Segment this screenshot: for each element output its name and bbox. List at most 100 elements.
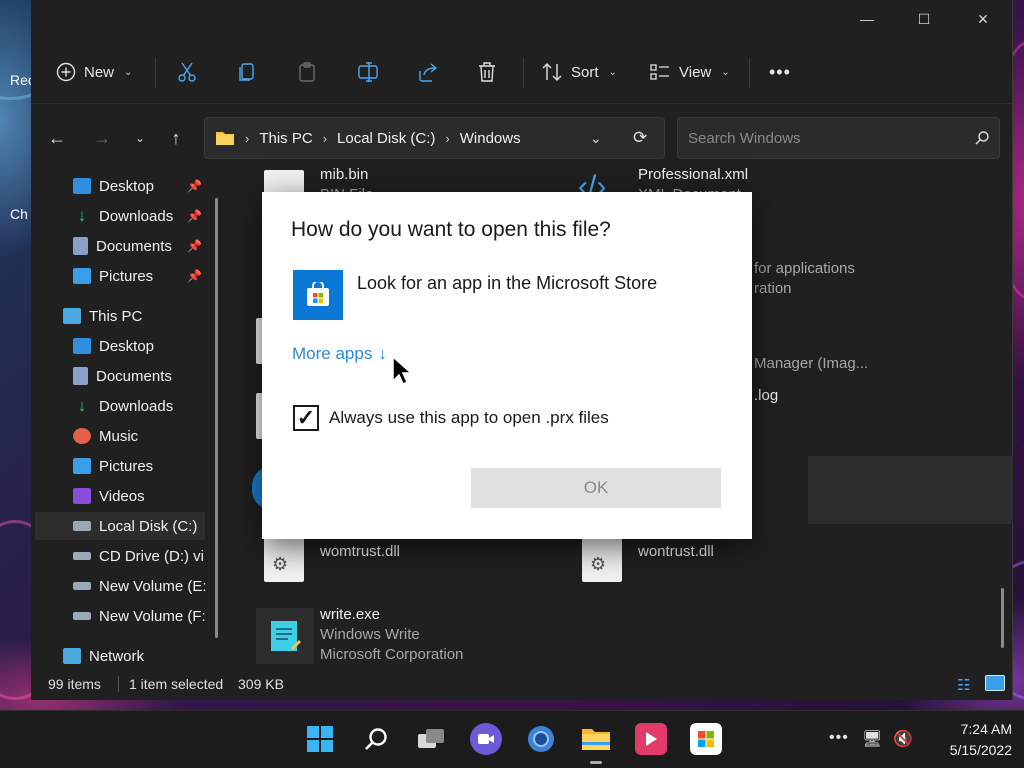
sidebar-item-network[interactable]: Network [63, 642, 144, 666]
close-button[interactable]: ✕ [970, 8, 996, 30]
file-icon[interactable] [264, 170, 304, 194]
more-apps-link[interactable]: More apps ↓ [292, 344, 387, 364]
sidebar-item-downloads[interactable]: ↓ Downloads [73, 202, 173, 230]
pin-icon[interactable]: 📌 [187, 209, 202, 223]
new-button[interactable]: New ⌄ [56, 57, 132, 87]
file-name: mib.bin [320, 168, 369, 183]
trash-icon [479, 62, 495, 82]
address-dropdown-chevron-icon[interactable]: ⌄ [590, 130, 602, 147]
up-arrow-icon[interactable]: ↑ [164, 126, 188, 150]
more-options-button[interactable]: ••• [769, 57, 791, 87]
taskbar-search-button[interactable] [360, 723, 392, 755]
write-app-icon[interactable] [256, 608, 314, 664]
forward-arrow-icon[interactable]: → [90, 126, 114, 150]
microsoft-store-icon[interactable] [293, 270, 343, 320]
sidebar-item-this-pc[interactable]: This PC [63, 302, 142, 330]
sidebar-item-pictures[interactable]: Pictures [73, 452, 153, 480]
clock[interactable]: 7:24 AM 5/15/2022 [920, 719, 1012, 761]
microsoft-store-taskbar-icon[interactable] [690, 723, 722, 755]
pin-icon[interactable]: 📌 [187, 239, 202, 253]
always-use-label[interactable]: Always use this app to open .prx files [329, 408, 609, 428]
task-view-button[interactable] [415, 723, 447, 755]
dll-icon[interactable]: ⚙ [582, 536, 622, 582]
teams-chat-icon[interactable] [470, 723, 502, 755]
sidebar-item-downloads[interactable]: ↓ Downloads [73, 392, 173, 420]
sort-button[interactable]: Sort ⌄ [541, 57, 617, 87]
ok-button[interactable]: OK [471, 468, 721, 508]
sidebar-item-label: Documents [96, 237, 172, 255]
refresh-icon[interactable]: ⟳ [633, 128, 647, 148]
file-item-partial-3[interactable]: .log [754, 387, 778, 404]
share-button[interactable] [417, 57, 439, 87]
open-with-dialog: How do you want to open this file? Look … [262, 192, 752, 539]
file-description: for applications [754, 260, 855, 277]
sidebar-item-label: Downloads [99, 397, 174, 415]
paste-icon [299, 62, 315, 82]
pin-icon[interactable]: 📌 [187, 269, 202, 283]
media-player-icon[interactable] [635, 723, 667, 755]
view-button[interactable]: View ⌄ [649, 57, 730, 87]
hidden-icons-button[interactable]: ••• [829, 729, 849, 747]
browser-icon [528, 726, 554, 752]
videos-icon [73, 488, 91, 504]
sidebar-item-documents[interactable]: Documents [73, 362, 172, 390]
plus-circle-icon [56, 62, 76, 82]
file-item-partial-2[interactable]: Manager (Imag... [754, 355, 868, 372]
sidebar-item-label: Documents [96, 367, 172, 385]
always-use-checkbox[interactable]: ✓ [293, 405, 319, 431]
volume-muted-icon[interactable]: 🔇 [893, 729, 913, 749]
drive-icon [73, 552, 91, 560]
minimize-button[interactable]: — [854, 8, 880, 30]
recent-locations-chevron-icon[interactable]: ⌄ [128, 126, 152, 150]
file-explorer-taskbar-icon[interactable] [580, 723, 612, 755]
desktop-icon [73, 338, 91, 354]
sidebar-item-pictures[interactable]: Pictures [73, 262, 153, 290]
copy-button[interactable] [237, 57, 257, 87]
file-description: Windows Write [320, 626, 420, 643]
computer-icon [63, 308, 81, 324]
rename-button[interactable] [357, 57, 379, 87]
sidebar-item-cd-drive-d[interactable]: CD Drive (D:) vi [73, 542, 204, 570]
file-item-partial-1[interactable]: for applications ration [754, 260, 855, 297]
search-input[interactable]: Search Windows [677, 117, 1000, 159]
dll-icon[interactable]: ⚙ [264, 536, 304, 582]
breadcrumb-local-disk[interactable]: Local Disk (C:) [337, 130, 435, 147]
maximize-button[interactable]: ☐ [911, 8, 937, 30]
address-bar[interactable]: › This PC › Local Disk (C:) › Windows ⌄ … [204, 117, 665, 159]
breadcrumb-this-pc[interactable]: This PC [259, 130, 312, 147]
sidebar-item-local-disk-c[interactable]: Local Disk (C:) [35, 512, 205, 540]
pin-icon[interactable]: 📌 [187, 179, 202, 193]
sidebar-scrollbar[interactable] [215, 198, 218, 638]
sidebar-item-new-volume-e[interactable]: New Volume (E: [73, 572, 207, 600]
gear-icon: ⚙ [272, 554, 289, 574]
back-arrow-icon[interactable]: ← [45, 126, 69, 150]
delete-button[interactable] [477, 57, 497, 87]
network-icon[interactable]: 🖥 [862, 729, 882, 749]
details-view-icon[interactable]: ☷ [957, 676, 970, 694]
download-icon: ↓ [77, 396, 87, 415]
chevron-right-icon: › [445, 130, 450, 146]
sidebar-item-videos[interactable]: Videos [73, 482, 145, 510]
content-scrollbar[interactable] [1001, 588, 1004, 648]
desktop-icon-label-chrome[interactable]: Ch [10, 206, 28, 222]
download-icon: ↓ [77, 206, 87, 225]
cut-button[interactable] [177, 57, 197, 87]
sidebar-item-music[interactable]: Music [73, 422, 138, 450]
sidebar-item-documents[interactable]: Documents [73, 232, 172, 260]
file-item-womtrust[interactable]: womtrust.dll [320, 543, 400, 560]
start-button[interactable] [304, 723, 336, 755]
sidebar-item-desktop[interactable]: Desktop [73, 332, 154, 360]
sidebar-item-label: Local Disk (C:) [99, 517, 198, 535]
chrome-icon[interactable] [525, 723, 557, 755]
pictures-icon [73, 268, 91, 284]
paste-button[interactable] [297, 57, 317, 87]
file-item-write[interactable]: write.exe Windows Write Microsoft Corpor… [320, 606, 463, 663]
video-camera-icon [478, 734, 494, 744]
breadcrumb-windows[interactable]: Windows [460, 130, 521, 147]
microsoft-store-option[interactable]: Look for an app in the Microsoft Store [357, 273, 657, 294]
file-item-wontrust[interactable]: wontrust.dll [638, 543, 714, 560]
sidebar-item-new-volume-f[interactable]: New Volume (F: [73, 602, 206, 630]
tiles-view-icon[interactable] [985, 675, 1005, 691]
sidebar-item-label: Desktop [99, 337, 155, 355]
sidebar-item-desktop[interactable]: Desktop [73, 172, 154, 200]
